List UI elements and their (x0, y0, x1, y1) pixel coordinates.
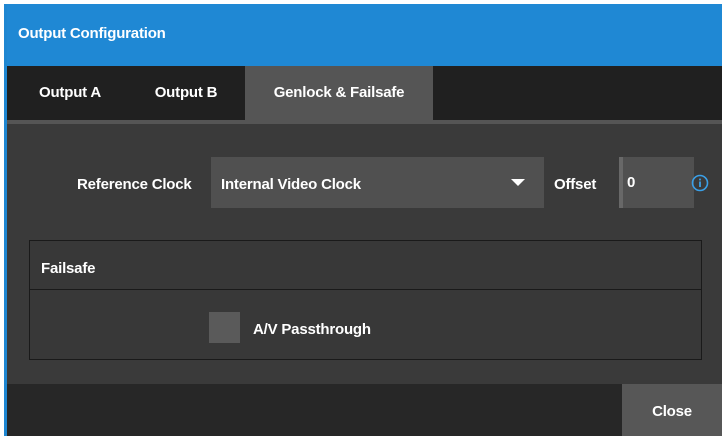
tab-output-b[interactable]: Output B (145, 66, 227, 120)
failsafe-header: Failsafe (30, 241, 701, 290)
reference-clock-dropdown[interactable]: Internal Video Clock (211, 157, 544, 208)
tab-genlock-failsafe[interactable]: Genlock & Failsafe (245, 66, 433, 120)
info-icon[interactable] (691, 174, 709, 192)
reference-clock-label: Reference Clock (77, 176, 192, 193)
output-configuration-window: Output Configuration Output A Output B G… (4, 4, 722, 436)
offset-label: Offset (554, 176, 597, 193)
window-title: Output Configuration (7, 4, 722, 66)
av-passthrough-label[interactable]: A/V Passthrough (253, 321, 371, 338)
chevron-down-icon (511, 179, 525, 186)
failsafe-panel: Failsafe A/V Passthrough (29, 240, 702, 360)
tab-bar: Output A Output B Genlock & Failsafe (7, 66, 722, 120)
offset-field[interactable] (619, 157, 694, 208)
tab-output-a[interactable]: Output A (30, 66, 110, 120)
close-button[interactable]: Close (622, 384, 722, 436)
reference-clock-value: Internal Video Clock (221, 176, 361, 193)
footer-bar: Close (7, 384, 722, 436)
tab-underline (7, 120, 722, 124)
offset-input[interactable] (623, 157, 688, 208)
av-passthrough-checkbox[interactable] (209, 312, 240, 343)
